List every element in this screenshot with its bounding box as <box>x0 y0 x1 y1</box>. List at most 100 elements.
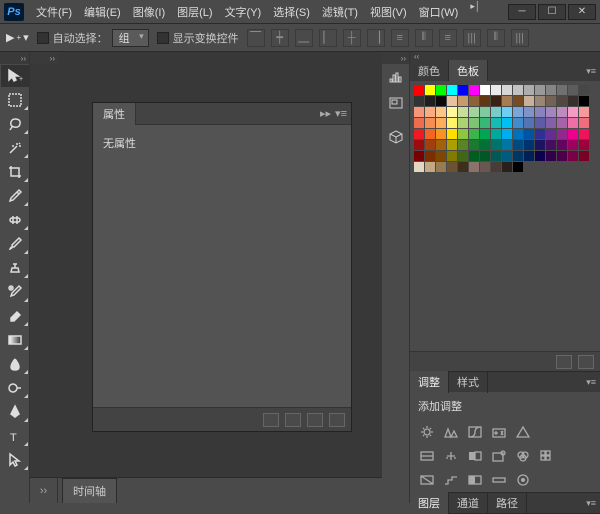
photo-filter-icon[interactable] <box>490 448 508 464</box>
swatch[interactable] <box>557 140 567 150</box>
swatch[interactable] <box>557 118 567 128</box>
levels-icon[interactable] <box>442 424 460 440</box>
swatch[interactable] <box>546 129 556 139</box>
swatch[interactable] <box>491 129 501 139</box>
swatch[interactable] <box>447 162 457 172</box>
swatch[interactable] <box>414 151 424 161</box>
swatch[interactable] <box>524 96 534 106</box>
swatch[interactable] <box>458 140 468 150</box>
threshold-icon[interactable] <box>466 472 484 488</box>
swatch[interactable] <box>491 85 501 95</box>
black-white-icon[interactable] <box>466 448 484 464</box>
swatch[interactable] <box>568 151 578 161</box>
dock-collapse-tab[interactable]: ›› <box>30 52 58 64</box>
crop-tool[interactable] <box>1 161 29 183</box>
swatch[interactable] <box>425 129 435 139</box>
layers-tab[interactable]: 图层 <box>410 492 449 514</box>
swatch[interactable] <box>502 140 512 150</box>
swatch[interactable] <box>469 96 479 106</box>
new-swatch-icon[interactable] <box>556 355 572 369</box>
swatch[interactable] <box>546 85 556 95</box>
swatch[interactable] <box>425 107 435 117</box>
swatch[interactable] <box>436 96 446 106</box>
swatch[interactable] <box>568 107 578 117</box>
color-lookup-icon[interactable] <box>538 448 556 464</box>
clip-to-layer-icon[interactable] <box>263 413 279 427</box>
swatch[interactable] <box>579 151 589 161</box>
swatch[interactable] <box>557 96 567 106</box>
swatch[interactable] <box>425 140 435 150</box>
dist-hcenter-icon[interactable]: ⦀ <box>487 29 505 47</box>
swatch[interactable] <box>535 107 545 117</box>
eraser-tool[interactable] <box>1 305 29 327</box>
swatch[interactable] <box>524 129 534 139</box>
previous-state-icon[interactable] <box>285 413 301 427</box>
navigator-icon[interactable] <box>384 92 408 114</box>
close-button[interactable]: ✕ <box>568 4 596 20</box>
swatch[interactable] <box>458 107 468 117</box>
swatch[interactable] <box>458 129 468 139</box>
curves-icon[interactable] <box>466 424 484 440</box>
swatch[interactable] <box>579 107 589 117</box>
menu-type[interactable]: 文字(Y) <box>219 1 268 23</box>
swatch[interactable] <box>469 85 479 95</box>
swatch[interactable] <box>491 118 501 128</box>
menu-view[interactable]: 视图(V) <box>364 1 413 23</box>
swatch[interactable] <box>502 107 512 117</box>
swatch[interactable] <box>557 151 567 161</box>
swatch[interactable] <box>568 140 578 150</box>
swatch[interactable] <box>480 140 490 150</box>
swatch[interactable] <box>425 151 435 161</box>
menu-window[interactable]: 窗口(W) <box>413 1 465 23</box>
exposure-icon[interactable] <box>490 424 508 440</box>
posterize-icon[interactable] <box>442 472 460 488</box>
auto-select-dropdown[interactable]: 组 <box>112 29 149 47</box>
adjustments-menu-icon[interactable]: ▾≡ <box>586 377 596 388</box>
delete-swatch-icon[interactable] <box>578 355 594 369</box>
swatch[interactable] <box>480 129 490 139</box>
show-transform-checkbox[interactable] <box>157 32 169 44</box>
swatch[interactable] <box>579 85 589 95</box>
swatches-tab[interactable]: 色板 <box>449 60 488 82</box>
swatch[interactable] <box>469 151 479 161</box>
adjustments-tab[interactable]: 调整 <box>410 371 449 393</box>
swatch[interactable] <box>480 85 490 95</box>
maximize-button[interactable]: ☐ <box>538 4 566 20</box>
lasso-tool[interactable] <box>1 113 29 135</box>
swatch[interactable] <box>502 85 512 95</box>
right-strip-collapse-tab[interactable]: ›› <box>382 52 409 64</box>
swatch[interactable] <box>579 140 589 150</box>
swatch[interactable] <box>568 129 578 139</box>
swatch[interactable] <box>425 118 435 128</box>
swatch[interactable] <box>469 129 479 139</box>
swatch[interactable] <box>480 162 490 172</box>
swatch[interactable] <box>458 118 468 128</box>
align-vcenter-icon[interactable]: ┿ <box>271 29 289 47</box>
swatch[interactable] <box>491 140 501 150</box>
brush-tool[interactable] <box>1 233 29 255</box>
blur-tool[interactable] <box>1 353 29 375</box>
swatch[interactable] <box>513 129 523 139</box>
delete-icon[interactable] <box>329 413 345 427</box>
swatch[interactable] <box>414 162 424 172</box>
swatch[interactable] <box>447 118 457 128</box>
swatch[interactable] <box>535 140 545 150</box>
swatch[interactable] <box>491 151 501 161</box>
swatch[interactable] <box>557 129 567 139</box>
swatch[interactable] <box>513 96 523 106</box>
magic-wand-tool[interactable] <box>1 137 29 159</box>
swatch[interactable] <box>480 96 490 106</box>
swatch[interactable] <box>469 140 479 150</box>
swatch[interactable] <box>436 151 446 161</box>
move-tool[interactable]: + <box>1 65 29 87</box>
clone-stamp-tool[interactable] <box>1 257 29 279</box>
swatch[interactable] <box>513 162 523 172</box>
panel-menu-icon[interactable]: ▾≡ <box>335 107 347 120</box>
menu-edit[interactable]: 编辑(E) <box>78 1 127 23</box>
swatches-menu-icon[interactable]: ▾≡ <box>586 66 596 77</box>
healing-brush-tool[interactable] <box>1 209 29 231</box>
swatch[interactable] <box>447 85 457 95</box>
menu-select[interactable]: 选择(S) <box>267 1 316 23</box>
swatch[interactable] <box>480 151 490 161</box>
swatch[interactable] <box>425 96 435 106</box>
